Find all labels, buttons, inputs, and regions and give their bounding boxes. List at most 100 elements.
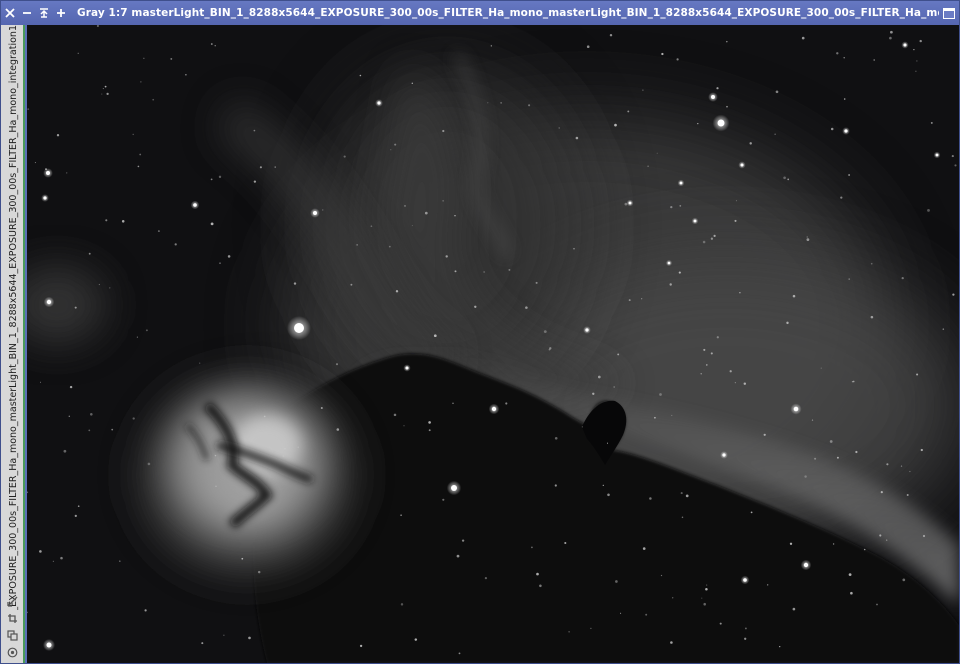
star bbox=[370, 225, 373, 228]
star bbox=[789, 542, 793, 545]
restore-icon[interactable] bbox=[939, 1, 959, 25]
star bbox=[174, 243, 177, 246]
vertical-identifier-text: t_BIN_1_8288x5644_EXPOSURE_300_00s_FILTE… bbox=[8, 25, 19, 610]
star bbox=[832, 543, 835, 545]
star bbox=[645, 613, 648, 616]
shade-icon[interactable] bbox=[35, 1, 52, 25]
star bbox=[218, 175, 222, 179]
star bbox=[60, 556, 63, 560]
star bbox=[750, 511, 753, 514]
star bbox=[642, 89, 644, 91]
star bbox=[297, 446, 299, 448]
star bbox=[284, 448, 286, 450]
star bbox=[851, 381, 854, 383]
view-sidebar: t_BIN_1_8288x5644_EXPOSURE_300_00s_FILTE… bbox=[1, 25, 25, 663]
star bbox=[670, 205, 673, 209]
star bbox=[454, 214, 456, 217]
star bbox=[543, 330, 547, 333]
star bbox=[656, 152, 658, 154]
star bbox=[63, 449, 67, 453]
image-viewport[interactable] bbox=[27, 25, 959, 663]
star bbox=[628, 299, 631, 302]
star bbox=[350, 283, 353, 286]
star bbox=[779, 645, 781, 648]
star bbox=[121, 220, 125, 223]
star bbox=[719, 622, 722, 625]
star bbox=[952, 293, 955, 296]
star bbox=[525, 306, 528, 309]
star bbox=[74, 514, 77, 518]
star bbox=[705, 588, 708, 591]
star bbox=[804, 475, 807, 478]
star bbox=[564, 541, 567, 545]
star bbox=[241, 557, 244, 560]
star bbox=[919, 39, 922, 43]
star bbox=[137, 165, 140, 168]
star bbox=[411, 82, 414, 85]
star bbox=[531, 546, 533, 549]
star bbox=[458, 652, 461, 655]
bright-star bbox=[451, 485, 457, 491]
star bbox=[744, 627, 747, 630]
bright-star bbox=[46, 642, 52, 648]
star bbox=[454, 270, 457, 273]
star bbox=[706, 364, 708, 366]
star bbox=[855, 450, 858, 454]
star bbox=[505, 402, 508, 405]
clone-icon[interactable] bbox=[5, 628, 19, 642]
star bbox=[775, 90, 779, 94]
bright-star bbox=[679, 181, 683, 185]
resize-icon[interactable] bbox=[5, 594, 19, 608]
star bbox=[743, 382, 747, 385]
star bbox=[424, 211, 428, 215]
target-icon[interactable] bbox=[5, 645, 19, 659]
star bbox=[680, 492, 683, 495]
star bbox=[223, 634, 225, 636]
star bbox=[840, 196, 843, 199]
star bbox=[185, 74, 187, 76]
star bbox=[763, 433, 766, 436]
star bbox=[613, 386, 616, 388]
star bbox=[659, 393, 662, 396]
star bbox=[403, 425, 405, 427]
close-icon[interactable] bbox=[1, 1, 18, 25]
star bbox=[74, 306, 77, 309]
star bbox=[210, 178, 213, 181]
star bbox=[661, 52, 664, 56]
star bbox=[735, 200, 737, 202]
star bbox=[716, 87, 719, 90]
star bbox=[713, 234, 716, 238]
bright-star bbox=[693, 219, 697, 223]
maximize-icon[interactable] bbox=[52, 1, 69, 25]
star bbox=[215, 485, 217, 487]
star bbox=[647, 165, 649, 168]
bright-star bbox=[793, 406, 799, 412]
window-titlebar[interactable]: Gray 1:7 masterLight_BIN_1_8288x5644_EXP… bbox=[1, 1, 959, 25]
star bbox=[679, 205, 682, 207]
image-window: Gray 1:7 masterLight_BIN_1_8288x5644_EXP… bbox=[0, 0, 960, 664]
star bbox=[811, 419, 814, 421]
window-title: Gray 1:7 masterLight_BIN_1_8288x5644_EXP… bbox=[77, 7, 939, 19]
star bbox=[627, 110, 630, 113]
star bbox=[678, 271, 681, 274]
star bbox=[739, 291, 741, 294]
star bbox=[528, 104, 531, 107]
star bbox=[461, 539, 465, 542]
star bbox=[681, 516, 684, 519]
star bbox=[336, 428, 340, 431]
bright-star bbox=[46, 299, 52, 305]
star bbox=[483, 271, 485, 273]
star bbox=[575, 136, 579, 140]
bright-star bbox=[43, 196, 47, 200]
star bbox=[786, 321, 789, 325]
star bbox=[558, 127, 560, 129]
star bbox=[263, 415, 266, 418]
star bbox=[615, 580, 618, 583]
minimize-icon[interactable] bbox=[18, 1, 35, 25]
star bbox=[404, 205, 406, 207]
crop-icon[interactable] bbox=[5, 611, 19, 625]
star bbox=[214, 454, 217, 457]
star bbox=[660, 574, 663, 577]
star bbox=[890, 30, 893, 34]
star bbox=[88, 429, 91, 432]
